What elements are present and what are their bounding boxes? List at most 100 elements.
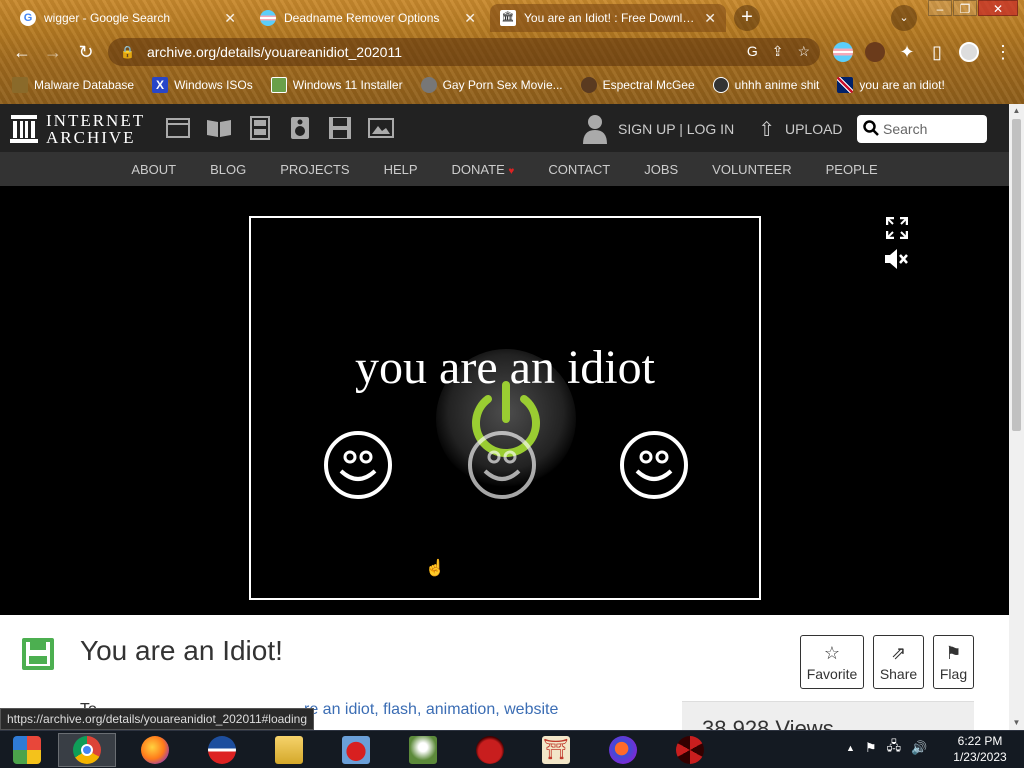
mute-icon[interactable] [884, 248, 910, 276]
volume-icon[interactable]: 🔊 [911, 740, 927, 756]
topics-links[interactable]: re an idiot, flash, animation, website [304, 701, 558, 719]
upload-link[interactable]: UPLOAD [785, 121, 843, 137]
flash-player[interactable]: you are an idiot ☝ [249, 216, 761, 600]
audio-icon[interactable] [288, 116, 312, 145]
obama-logo-icon [208, 736, 236, 764]
flag-button[interactable]: ⚑ Flag [933, 635, 974, 689]
address-bar[interactable]: 🔒 archive.org/details/youareanidiot_2020… [108, 38, 820, 66]
side-panel-icon[interactable]: ▯ [926, 42, 948, 63]
tab-google-search[interactable]: G wigger - Google Search ✕ [10, 4, 246, 32]
status-bar-url: https://archive.org/details/youareanidio… [0, 708, 314, 730]
maximize-button[interactable]: ❐ [953, 0, 977, 16]
views-count: 38,928 Views [702, 716, 834, 730]
scroll-thumb[interactable] [1012, 119, 1021, 431]
bookmark-uhhh-anime-shit[interactable]: uhhh anime shit [704, 77, 829, 93]
extension-trans-flag-icon[interactable] [833, 42, 853, 62]
trans-flag-icon [260, 10, 276, 26]
extension-avatar-icon[interactable] [865, 42, 885, 62]
start-button[interactable] [0, 733, 54, 767]
taskbar-pixel-app[interactable] [594, 733, 652, 767]
nav-contact[interactable]: CONTACT [531, 162, 627, 177]
close-icon[interactable]: ✕ [464, 10, 476, 27]
bookmark-windows-11-installer[interactable]: Windows 11 Installer [262, 77, 412, 93]
ia-logo[interactable]: INTERNET ARCHIVE [10, 112, 145, 146]
forward-icon[interactable]: → [42, 42, 64, 63]
tab-search-button[interactable]: ⌄ [891, 5, 917, 31]
taskbar-plants-vs-zombies[interactable] [394, 733, 452, 767]
page-scrollbar[interactable]: ▲ ▼ [1009, 104, 1024, 730]
upload-icon[interactable]: ⇧ [758, 117, 775, 142]
taskbar-clock[interactable]: 6:22 PM 1/23/2023 [940, 733, 1020, 765]
bookmark-you-are-an-idiot[interactable]: you are an idiot! [828, 77, 953, 93]
close-window-button[interactable]: ✕ [978, 0, 1018, 16]
ia-header: INTERNET ARCHIVE SIGN UP | LOG IN ⇧ UPLO… [0, 104, 1009, 152]
reload-icon[interactable]: ↻ [75, 42, 97, 63]
search-icon [863, 119, 879, 139]
taskbar-angry-birds[interactable] [327, 733, 385, 767]
favorite-button[interactable]: ☆ Favorite [800, 635, 864, 689]
tray-expand-icon[interactable]: ▲ [846, 743, 855, 753]
minimize-button[interactable]: – [928, 0, 952, 16]
images-icon[interactable] [368, 116, 394, 145]
nav-about[interactable]: ABOUT [114, 162, 193, 177]
bookmark-windows-isos[interactable]: X Windows ISOs [143, 77, 262, 93]
taskbar-firefox[interactable] [126, 733, 184, 767]
user-icon[interactable] [582, 114, 608, 144]
flag-icon: ⚑ [945, 642, 962, 663]
taskbar-torii-app[interactable]: ⛩ [527, 733, 585, 767]
texts-icon[interactable] [206, 116, 232, 145]
flash-text: you are an idiot [355, 341, 655, 394]
taskbar-file-explorer[interactable] [260, 733, 318, 767]
close-icon[interactable]: ✕ [224, 10, 236, 27]
smiley-face-icon [468, 431, 536, 499]
nav-donate[interactable]: DONATE ♥ [435, 162, 532, 177]
scroll-down-icon[interactable]: ▼ [1009, 716, 1024, 730]
bookmark-espectral-mcgee[interactable]: Espectral McGee [572, 77, 704, 93]
angry-birds-icon [342, 736, 370, 764]
torii-gate-icon: ⛩ [542, 736, 570, 764]
video-icon[interactable] [248, 116, 272, 145]
menu-icon[interactable]: ⋮ [992, 42, 1014, 63]
nav-projects[interactable]: PROJECTS [263, 162, 366, 177]
bookmark-gay-porn-sex-movie[interactable]: Gay Porn Sex Movie... [412, 77, 572, 93]
tab-title: wigger - Google Search [44, 11, 171, 25]
taskbar-obama-logo[interactable] [193, 733, 251, 767]
network-icon[interactable]: 🖧 [887, 737, 902, 759]
scroll-up-icon[interactable]: ▲ [1009, 104, 1024, 118]
clock-date: 1/23/2023 [953, 750, 1007, 764]
nav-help[interactable]: HELP [367, 162, 435, 177]
bookmark-label: Windows 11 Installer [292, 78, 403, 92]
bookmark-malware-database[interactable]: Malware Database [0, 77, 143, 93]
nav-blog[interactable]: BLOG [193, 162, 263, 177]
software-icon[interactable] [328, 116, 352, 145]
taskbar-red-app[interactable] [461, 733, 519, 767]
action-center-flag-icon[interactable]: ⚑ [865, 740, 877, 756]
folder-icon [275, 736, 303, 764]
web-icon[interactable] [166, 116, 190, 145]
extensions-puzzle-icon[interactable]: ✦ [896, 42, 918, 63]
bug-icon [12, 77, 28, 93]
tab-you-are-an-idiot[interactable]: 🏛 You are an Idiot! : Free Download ✕ [490, 4, 726, 32]
back-icon[interactable]: ← [11, 42, 33, 63]
close-icon[interactable]: ✕ [704, 10, 716, 27]
url-text[interactable]: archive.org/details/youareanidiot_202011 [147, 44, 402, 60]
profile-icon[interactable] [959, 42, 979, 62]
bookmarks-bar: Malware Database X Windows ISOs Windows … [0, 72, 1024, 98]
taskbar-chrome[interactable] [58, 733, 116, 767]
share-button[interactable]: ⇗ Share [873, 635, 924, 689]
archive-building-icon [10, 114, 38, 144]
share-page-icon[interactable]: ⇪ [772, 43, 784, 60]
firefox-icon [141, 736, 169, 764]
nav-people[interactable]: PEOPLE [809, 162, 895, 177]
lock-icon[interactable]: 🔒 [120, 45, 135, 59]
google-lens-icon[interactable]: G [747, 43, 758, 60]
nav-jobs[interactable]: JOBS [627, 162, 695, 177]
search-input[interactable]: Search [857, 115, 987, 143]
nav-volunteer[interactable]: VOLUNTEER [695, 162, 808, 177]
tab-deadname-remover[interactable]: Deadname Remover Options ✕ [250, 4, 486, 32]
signup-login-link[interactable]: SIGN UP | LOG IN [618, 121, 734, 137]
bookmark-star-icon[interactable]: ☆ [797, 43, 810, 60]
taskbar-radiation-app[interactable] [661, 733, 719, 767]
fullscreen-icon[interactable] [885, 216, 909, 245]
new-tab-button[interactable]: + [734, 5, 760, 31]
